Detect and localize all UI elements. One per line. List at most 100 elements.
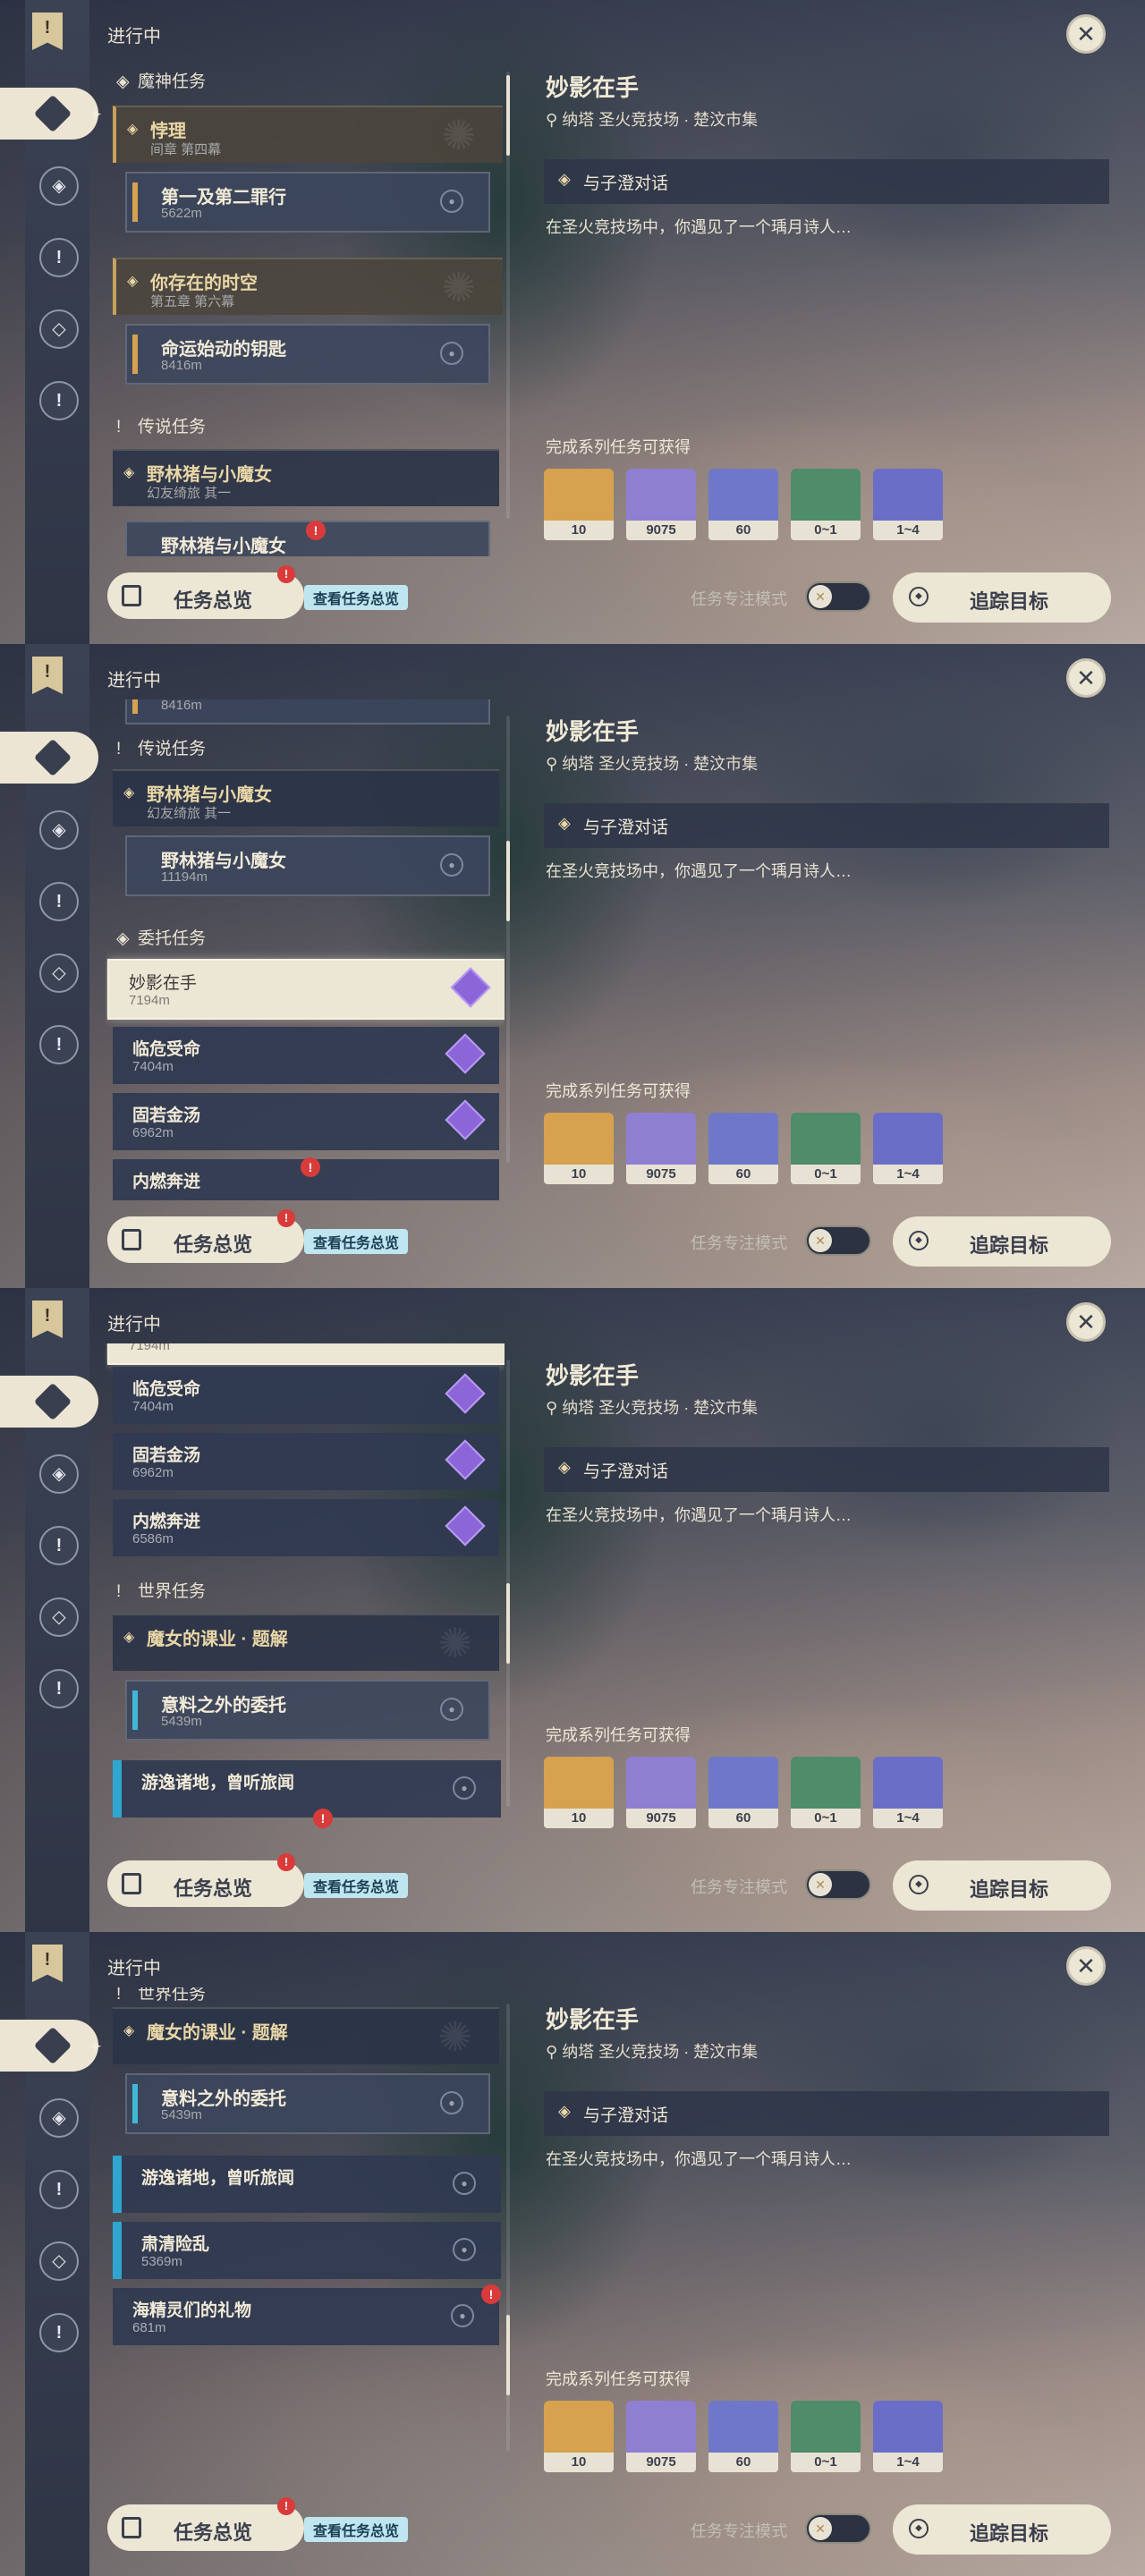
quest-subitem[interactable]: 意料之外的委托 5439m ● <box>125 2073 490 2134</box>
reward-crystal[interactable]: 1~4 <box>873 1113 943 1184</box>
quest-item[interactable]: ◈ 野林猪与小魔女 幻友绮旅 其一 <box>113 769 499 826</box>
rail-tab-world[interactable]: ! <box>39 1025 79 1064</box>
scrollbar-thumb[interactable] <box>506 1583 510 1664</box>
rail-tab-world[interactable]: ! <box>39 2313 79 2352</box>
reward-exp[interactable]: 60 <box>708 2401 778 2472</box>
reward-mora[interactable]: 9075 <box>626 2401 696 2472</box>
reward-exp[interactable]: 60 <box>708 469 778 540</box>
rail-tab-commission[interactable]: ◇ <box>39 309 79 349</box>
reward-crystal[interactable]: 1~4 <box>873 2401 943 2472</box>
reward-primogem[interactable]: 10 <box>544 2401 614 2472</box>
quest-subitem[interactable]: 意料之外的委托 5439m ● <box>125 1680 490 1741</box>
quest-subitem[interactable]: 8416m <box>125 699 490 724</box>
quest-item[interactable]: ◈ 魔女的课业 · 题解 ✺ <box>113 1614 499 1671</box>
location-pin-icon[interactable]: ● <box>440 853 463 877</box>
reward-crystal[interactable]: 0~1 <box>791 1113 861 1184</box>
rail-tab-commission[interactable]: ◇ <box>39 1597 79 1637</box>
location-pin-icon[interactable]: ● <box>440 2091 463 2114</box>
rail-tab-story[interactable]: ◈ <box>39 1454 79 1494</box>
view-overview-link[interactable]: 查看任务总览 <box>304 2517 409 2542</box>
quest-subitem[interactable]: 第一及第二罪行 5622m ● <box>125 172 490 233</box>
overview-button[interactable]: 任务总览 ! <box>107 1209 304 1263</box>
quest-item[interactable]: ◈ 魔女的课业 · 题解 ✺ <box>113 2007 499 2064</box>
rail-tab-story[interactable]: ◈ <box>39 166 79 206</box>
reward-mora[interactable]: 9075 <box>626 469 696 540</box>
close-button[interactable]: ✕ <box>1066 14 1106 54</box>
track-target-button[interactable]: ◆ 追踪目标 <box>893 572 1111 623</box>
rail-tab-legend[interactable]: ! <box>39 238 79 277</box>
view-overview-link[interactable]: 查看任务总览 <box>304 1229 409 1254</box>
location-pin-icon[interactable]: ● <box>440 1698 463 1721</box>
location-pin-icon[interactable]: ● <box>453 1776 476 1800</box>
quest-item-selected[interactable]: 7194m <box>107 1343 505 1365</box>
track-target-button[interactable]: ◆ 追踪目标 <box>893 1860 1111 1911</box>
track-target-button[interactable]: ◆ 追踪目标 <box>893 1216 1111 1267</box>
quest-item[interactable]: ◈ 你存在的时空 第五章 第六幕 ✺ <box>113 258 503 315</box>
location-pin-icon[interactable]: ● <box>453 2172 476 2195</box>
rail-tab-archon[interactable] <box>0 732 98 784</box>
rail-tab-archon[interactable] <box>0 2020 98 2072</box>
overview-button[interactable]: 任务总览 ! <box>107 565 304 619</box>
close-button[interactable]: ✕ <box>1066 1946 1106 1986</box>
rail-tab-world[interactable]: ! <box>39 1669 79 1708</box>
quest-item[interactable]: 肃清险乱 5369m ● <box>113 2222 501 2279</box>
quest-subitem[interactable]: 命运始动的钥匙 8416m ● <box>125 324 490 385</box>
scrollbar-thumb[interactable] <box>506 841 510 921</box>
rail-tab-archon[interactable] <box>0 1376 98 1428</box>
scrollbar-thumb[interactable] <box>506 75 510 156</box>
quest-subitem[interactable]: 野林猪与小魔女 ! <box>125 521 490 556</box>
quest-list[interactable]: 7194m 临危受命 7404m 固若金汤 6962m 内燃奔进 6586m !… <box>106 1343 505 1844</box>
overview-button[interactable]: 任务总览 ! <box>107 2497 304 2551</box>
view-overview-link[interactable]: 查看任务总览 <box>304 1873 409 1898</box>
quest-item[interactable]: 固若金汤 6962m <box>113 1433 499 1490</box>
close-button[interactable]: ✕ <box>1066 1302 1106 1342</box>
view-overview-link[interactable]: 查看任务总览 <box>304 585 409 610</box>
rail-tab-commission[interactable]: ◇ <box>39 953 79 993</box>
reward-mora[interactable]: 9075 <box>626 1113 696 1184</box>
quest-subitem[interactable]: 野林猪与小魔女 11194m ● <box>125 835 490 896</box>
rail-tab-commission[interactable]: ◇ <box>39 2241 79 2281</box>
quest-item[interactable]: 内燃奔进 ! <box>113 1157 499 1200</box>
quest-item[interactable]: 内燃奔进 6586m <box>113 1499 499 1556</box>
reward-crystal[interactable]: 1~4 <box>873 469 943 540</box>
location-pin-icon[interactable]: ● <box>453 2238 476 2261</box>
quest-list[interactable]: ! 世界任务 ◈ 魔女的课业 · 题解 ✺ 意料之外的委托 5439m ● 游逸诸… <box>106 1987 505 2488</box>
quest-item[interactable]: 临危受命 7404m <box>113 1027 499 1084</box>
rail-tab-story[interactable]: ◈ <box>39 2098 79 2138</box>
reward-mora[interactable]: 9075 <box>626 1757 696 1828</box>
quest-item[interactable]: ◈ 悖理 间章 第四幕 ✺ <box>113 106 503 163</box>
location-pin-icon[interactable]: ● <box>440 190 463 213</box>
focus-mode-toggle[interactable]: ✕ <box>805 1225 871 1256</box>
rail-tab-legend[interactable]: ! <box>39 882 79 921</box>
quest-item[interactable]: ◈ 野林猪与小魔女 幻友绮旅 其一 <box>113 449 499 506</box>
quest-list[interactable]: 8416m ! 传说任务 ◈ 野林猪与小魔女 幻友绮旅 其一 野林猪与小魔女 11… <box>106 699 505 1200</box>
quest-item[interactable]: 游逸诸地，曾听旅闻 ● ! <box>113 1760 501 1828</box>
reward-crystal[interactable]: 1~4 <box>873 1757 943 1828</box>
rail-tab-legend[interactable]: ! <box>39 2170 79 2209</box>
quest-item[interactable]: 游逸诸地，曾听旅闻 ● <box>113 2156 501 2213</box>
close-button[interactable]: ✕ <box>1066 658 1106 698</box>
reward-exp[interactable]: 60 <box>708 1757 778 1828</box>
quest-item[interactable]: 临危受命 7404m <box>113 1367 499 1424</box>
reward-primogem[interactable]: 10 <box>544 1113 614 1184</box>
location-pin-icon[interactable]: ● <box>440 342 463 365</box>
scrollbar-track[interactable] <box>506 716 510 1163</box>
reward-exp[interactable]: 60 <box>708 1113 778 1184</box>
quest-item-selected[interactable]: 妙影在手 7194m <box>107 959 505 1020</box>
reward-primogem[interactable]: 10 <box>544 469 614 540</box>
reward-crystal[interactable]: 0~1 <box>791 1757 861 1828</box>
focus-mode-toggle[interactable]: ✕ <box>805 581 871 612</box>
reward-crystal[interactable]: 0~1 <box>791 2401 861 2472</box>
rail-tab-legend[interactable]: ! <box>39 1526 79 1565</box>
rail-tab-archon[interactable] <box>0 88 98 140</box>
quest-list[interactable]: ◈ 魔神任务 ◈ 悖理 间章 第四幕 ✺ 第一及第二罪行 5622m ● ◈ 你存… <box>106 55 505 556</box>
scrollbar-thumb[interactable] <box>506 2315 510 2395</box>
focus-mode-toggle[interactable]: ✕ <box>805 1869 871 1900</box>
rail-tab-story[interactable]: ◈ <box>39 810 79 850</box>
track-target-button[interactable]: ◆ 追踪目标 <box>893 2504 1111 2555</box>
reward-crystal[interactable]: 0~1 <box>791 469 861 540</box>
reward-primogem[interactable]: 10 <box>544 1757 614 1828</box>
rail-tab-world[interactable]: ! <box>39 381 79 420</box>
focus-mode-toggle[interactable]: ✕ <box>805 2513 871 2544</box>
quest-item[interactable]: 海精灵们的礼物 681m ● ! <box>113 2284 501 2345</box>
